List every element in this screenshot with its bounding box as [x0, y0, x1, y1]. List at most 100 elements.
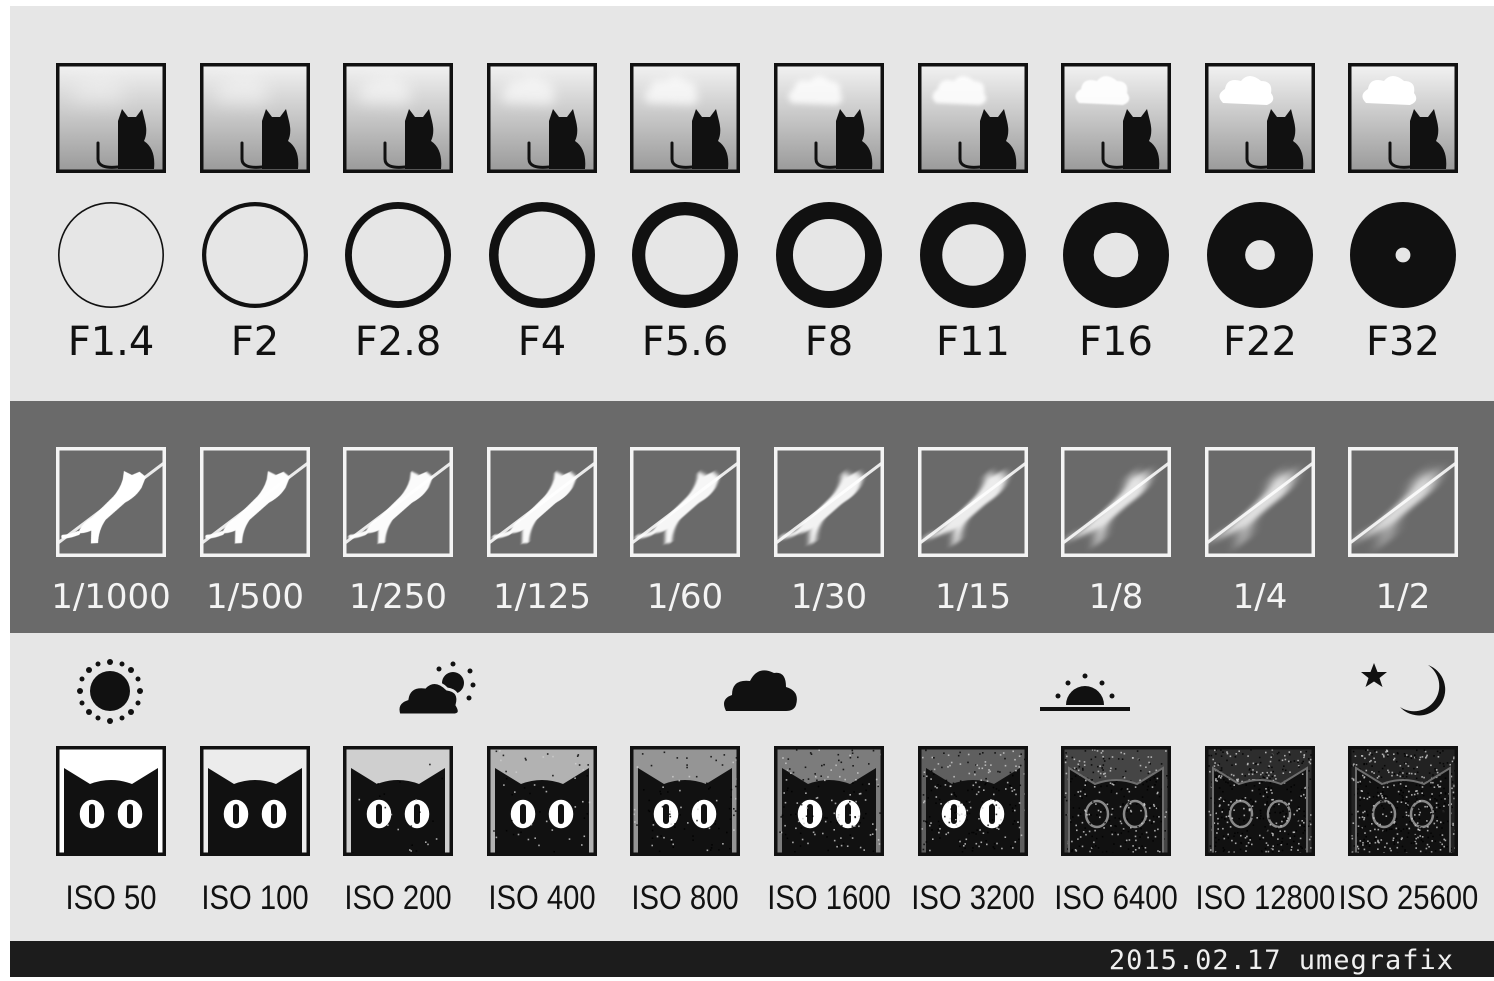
motion-blur-thumbnail — [200, 447, 310, 557]
iso-label: ISO 400 — [488, 879, 596, 917]
noise-thumbnail — [630, 746, 740, 856]
shutter-speed-label: 1/500 — [206, 577, 304, 617]
f-stop-label: F2.8 — [354, 319, 442, 365]
shutter-speed-label: 1/250 — [349, 577, 447, 617]
credit-text: 2015.02.17 umegrafix — [1108, 945, 1454, 976]
aperture-opening — [489, 202, 595, 308]
cat-face-scene — [1205, 746, 1315, 856]
aperture-item: F16 — [1061, 63, 1171, 383]
iso-item: ISO 200 — [343, 746, 453, 926]
jumping-cat-scene — [1205, 447, 1315, 557]
aperture-scene-thumbnail — [1061, 63, 1171, 173]
jumping-cat-scene — [56, 447, 166, 557]
f-stop-label: F8 — [804, 319, 854, 365]
noise-thumbnail — [56, 746, 166, 856]
exposure-chart: 2015.02.17 umegrafix F1.4 F2 F2.8 F4 F5.6 F8 F… — [10, 6, 1494, 977]
cat-face-scene — [56, 746, 166, 856]
night-icon — [1360, 661, 1446, 721]
cat-face-scene — [630, 746, 740, 856]
noise-thumbnail — [1348, 746, 1458, 856]
iso-item: ISO 50 — [56, 746, 166, 926]
aperture-ring-icon — [487, 200, 597, 310]
cat-and-cloud-scene — [487, 63, 597, 173]
jumping-cat-scene — [918, 447, 1028, 557]
f-stop-label: F16 — [1079, 319, 1153, 365]
jumping-cat-scene — [1061, 447, 1171, 557]
f-stop-label: F32 — [1366, 319, 1440, 365]
aperture-ring-icon — [200, 200, 310, 310]
aperture-item: F32 — [1348, 63, 1458, 383]
aperture-ring-icon — [56, 200, 166, 310]
aperture-ring-icon — [1348, 200, 1458, 310]
noise-thumbnail — [918, 746, 1028, 856]
iso-item: ISO 1600 — [767, 746, 891, 926]
noise-thumbnail — [1061, 746, 1171, 856]
aperture-item: F11 — [918, 63, 1028, 383]
iso-label: ISO 200 — [344, 879, 452, 917]
cloud-icon — [720, 661, 800, 717]
footer-bar: 2015.02.17 umegrafix — [10, 941, 1494, 977]
iso-label: ISO 1600 — [767, 879, 891, 917]
shutter-speed-label: 1/125 — [493, 577, 591, 617]
f-stop-label: F4 — [517, 319, 567, 365]
aperture-opening — [202, 202, 308, 308]
aperture-item: F2 — [200, 63, 310, 383]
iso-label: ISO 12800 — [1195, 879, 1336, 917]
cat-and-cloud-scene — [630, 63, 740, 173]
shutter-speed-label: 1/60 — [646, 577, 724, 617]
noise-thumbnail — [487, 746, 597, 856]
aperture-scene-thumbnail — [774, 63, 884, 173]
f-stop-label: F5.6 — [641, 319, 729, 365]
cat-and-cloud-scene — [1061, 63, 1171, 173]
aperture-scene-thumbnail — [200, 63, 310, 173]
noise-thumbnail — [200, 746, 310, 856]
iso-item: ISO 6400 — [1054, 746, 1178, 926]
shutter-speed-label: 1/30 — [790, 577, 868, 617]
iso-label: ISO 3200 — [911, 879, 1035, 917]
cat-face-scene — [1348, 746, 1458, 856]
aperture-scene-thumbnail — [343, 63, 453, 173]
shutter-speed-item: 1/60 — [630, 447, 740, 627]
aperture-ring-icon — [343, 200, 453, 310]
aperture-item: F22 — [1205, 63, 1315, 383]
aperture-item: F8 — [774, 63, 884, 383]
shutter-speed-item: 1/30 — [774, 447, 884, 627]
cat-face-scene — [487, 746, 597, 856]
f-stop-label: F1.4 — [67, 319, 155, 365]
cat-face-scene — [774, 746, 884, 856]
aperture-opening — [1063, 202, 1169, 308]
iso-label: ISO 50 — [65, 879, 157, 917]
aperture-opening — [920, 202, 1026, 308]
aperture-scene-thumbnail — [918, 63, 1028, 173]
jumping-cat-scene — [487, 447, 597, 557]
motion-blur-thumbnail — [1348, 447, 1458, 557]
cat-and-cloud-scene — [1205, 63, 1315, 173]
shutter-speed-item: 1/4 — [1205, 447, 1315, 627]
shutter-speed-label: 1/8 — [1088, 577, 1144, 617]
shutter-speed-item: 1/1000 — [51, 447, 171, 627]
shutter-speed-label: 1/4 — [1232, 577, 1288, 617]
shutter-speed-item: 1/250 — [343, 447, 453, 627]
aperture-ring-icon — [1205, 200, 1315, 310]
noise-thumbnail — [774, 746, 884, 856]
aperture-scene-thumbnail — [630, 63, 740, 173]
motion-blur-thumbnail — [1061, 447, 1171, 557]
shutter-speed-label: 1/15 — [934, 577, 1012, 617]
aperture-opening — [345, 202, 451, 308]
jumping-cat-scene — [343, 447, 453, 557]
aperture-opening — [58, 202, 164, 308]
aperture-scene-thumbnail — [1205, 63, 1315, 173]
aperture-opening — [632, 202, 738, 308]
aperture-ring-icon — [630, 200, 740, 310]
jumping-cat-scene — [774, 447, 884, 557]
cat-and-cloud-scene — [1348, 63, 1458, 173]
shutter-speed-item: 1/125 — [487, 447, 597, 627]
jumping-cat-scene — [1348, 447, 1458, 557]
noise-thumbnail — [1205, 746, 1315, 856]
iso-item: ISO 800 — [630, 746, 740, 926]
motion-blur-thumbnail — [774, 447, 884, 557]
iso-label: ISO 100 — [201, 879, 309, 917]
aperture-opening — [776, 202, 882, 308]
shutter-speed-label: 1/2 — [1375, 577, 1431, 617]
shutter-speed-item: 1/2 — [1348, 447, 1458, 627]
